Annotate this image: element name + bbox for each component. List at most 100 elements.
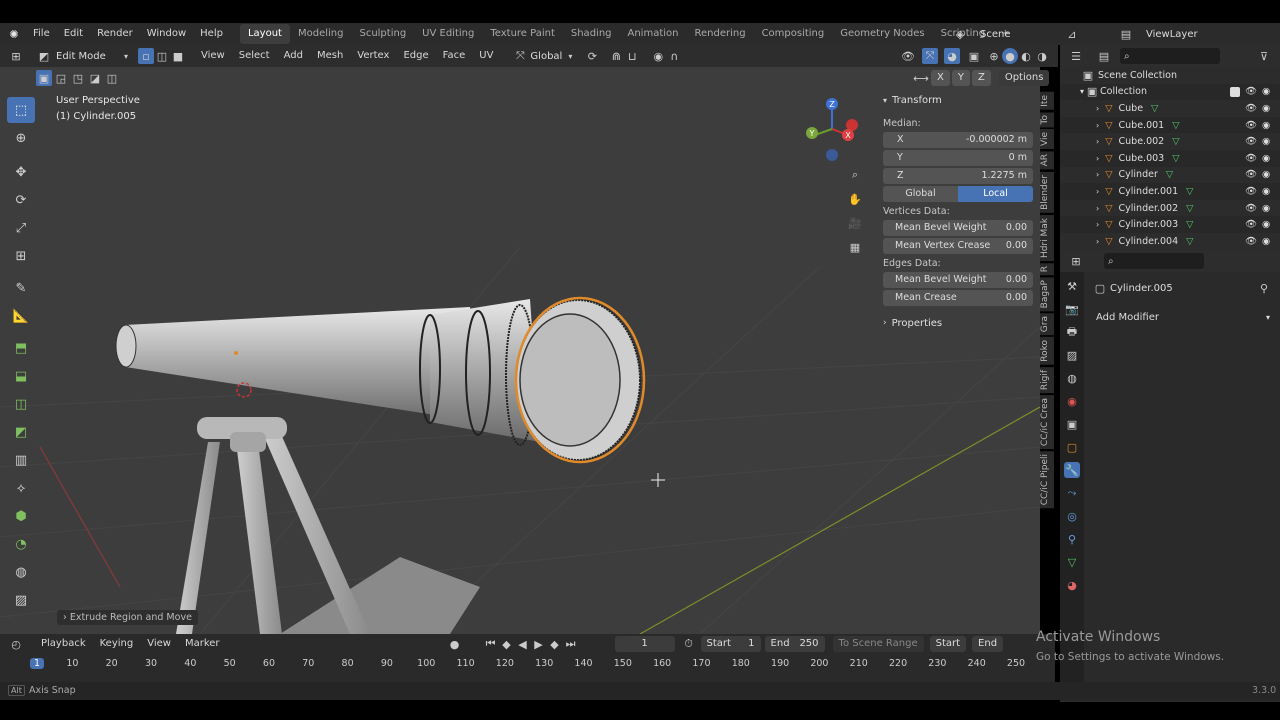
tab-rigify[interactable]: Rigif (1040, 367, 1054, 394)
eye-icon[interactable]: 👁 (1245, 103, 1257, 114)
scene-selector[interactable]: ◈ Scene ⊿ (952, 26, 1080, 42)
tab-gra[interactable]: Gra (1040, 313, 1054, 336)
camera-icon[interactable]: ◉ (1262, 103, 1270, 114)
camera-icon[interactable]: ◉ (1262, 169, 1270, 180)
inset-tool-icon[interactable]: ◫ (7, 391, 35, 417)
tab-layout[interactable]: Layout (239, 24, 290, 44)
bevel-tool-icon[interactable]: ◩ (7, 419, 35, 445)
outliner-editor-icon[interactable]: ☰ (1068, 48, 1084, 64)
tab-bagapie[interactable]: BagaP (1040, 276, 1054, 312)
outliner-item[interactable]: › ▽ Cylinder.003 ▽ 👁 ◉ (1060, 216, 1280, 233)
global-space-button[interactable]: Global (883, 186, 958, 202)
camera-icon[interactable]: ◉ (1262, 219, 1270, 230)
add-modifier-dropdown[interactable]: Add Modifier ▾ (1090, 308, 1276, 326)
frame-ruler[interactable]: 1 10 20 30 40 50 60 70 80 90 100 110 120 130 140 150 160… (0, 654, 1055, 676)
play-icon[interactable]: ▶ (531, 636, 547, 652)
scale-tool-icon[interactable]: ⤢ (7, 215, 35, 241)
menu-playback[interactable]: Playback (34, 633, 93, 655)
pivot-icon[interactable]: ⟳ (584, 48, 600, 64)
edge-select-icon[interactable]: ◫ (154, 48, 170, 64)
outliner-item[interactable]: › ▽ Cube.001 ▽ 👁 ◉ (1060, 117, 1280, 134)
stopwatch-icon[interactable]: ⏱ (681, 636, 697, 652)
tab-tool[interactable]: To (1040, 111, 1054, 128)
record-icon[interactable]: ● (447, 636, 463, 652)
tab-modeling[interactable]: Modeling (290, 24, 352, 44)
menu-view[interactable]: View (140, 633, 178, 655)
properties-editor-icon[interactable]: ⊞ (1068, 253, 1084, 269)
axis-x-toggle[interactable]: X (931, 70, 950, 86)
menu-render[interactable]: Render (90, 23, 140, 45)
axis-z-toggle[interactable]: Z (971, 70, 991, 86)
menu-window[interactable]: Window (140, 23, 193, 45)
data-props-icon[interactable]: ▽ (1064, 554, 1080, 570)
visibility-icon[interactable]: 👁 (900, 48, 916, 64)
outliner-item[interactable]: › ▽ Cube ▽ 👁 ◉ (1060, 100, 1280, 117)
tab-view[interactable]: Vie (1040, 129, 1054, 150)
camera-icon[interactable]: ◉ (1262, 186, 1270, 197)
next-keyframe-icon[interactable]: ◆ (547, 636, 563, 652)
annotate-tool-icon[interactable]: ✎ (7, 275, 35, 301)
to-scene-range-button[interactable]: To Scene Range (832, 636, 924, 652)
xray-icon[interactable]: ▣ (966, 48, 982, 64)
outliner-item[interactable]: › ▽ Cylinder.004 ▽ 👁 ◉ (1060, 232, 1280, 250)
extrude-tool-icon[interactable]: ⬓ (7, 363, 35, 389)
tab-geometry-nodes[interactable]: Geometry Nodes (832, 24, 932, 44)
gizmo-icon[interactable]: ⤧ (922, 48, 938, 64)
menu-help[interactable]: Help (193, 23, 230, 45)
collection-props-icon[interactable]: ▣ (1064, 416, 1080, 432)
edge-crease-field[interactable]: Mean Crease 0.00 (883, 290, 1033, 306)
eye-icon[interactable]: 👁 (1245, 136, 1257, 147)
wireframe-shading-icon[interactable]: ⊕ (986, 48, 1002, 64)
blender-logo-icon[interactable]: ✺ (6, 26, 22, 42)
snap-target-icon[interactable]: ⊔ (624, 48, 640, 64)
eye-icon[interactable]: 👁 (1245, 203, 1257, 214)
eye-icon[interactable]: 👁 (1245, 219, 1257, 230)
menu-add[interactable]: Add (277, 45, 310, 67)
modifier-props-icon[interactable]: 🔧 (1064, 462, 1080, 478)
tab-compositing[interactable]: Compositing (754, 24, 833, 44)
move-tool-icon[interactable]: ✥ (7, 159, 35, 185)
eye-icon[interactable]: 👁 (1245, 186, 1257, 197)
render-props-icon[interactable]: 📷 (1064, 301, 1080, 317)
constraints-props-icon[interactable]: ⚲ (1064, 531, 1080, 547)
tab-roko[interactable]: Roko (1040, 337, 1054, 366)
material-props-icon[interactable]: ◕ (1064, 577, 1080, 593)
camera-icon[interactable]: ◉ (1262, 236, 1270, 247)
rendered-shading-icon[interactable]: ◑ (1034, 48, 1050, 64)
loop-cut-tool-icon[interactable]: ▥ (7, 447, 35, 473)
object-props-icon[interactable]: ▢ (1064, 439, 1080, 455)
select-invert-icon[interactable]: ◪ (87, 70, 103, 86)
tab-rendering[interactable]: Rendering (686, 24, 753, 44)
view-layer-selector[interactable]: ▤ ViewLayer (1118, 26, 1276, 42)
hand-pan-icon[interactable]: ✋ (847, 191, 863, 207)
world-props-icon[interactable]: ◉ (1064, 393, 1080, 409)
jump-end-icon[interactable]: ⏭ (563, 636, 579, 652)
start-button[interactable]: Start (929, 636, 967, 652)
display-mode-icon[interactable]: ▤ (1096, 48, 1112, 64)
select-box-tool-icon[interactable]: ⬚ (7, 97, 35, 123)
median-z-field[interactable]: Z 1.2275 m (883, 168, 1033, 184)
grid-ortho-icon[interactable]: ▦ (847, 239, 863, 255)
camera-icon[interactable]: ◉ (1262, 153, 1270, 164)
outliner-item[interactable]: › ▽ Cylinder.001 ▽ 👁 ◉ (1060, 183, 1280, 200)
menu-mesh[interactable]: Mesh (310, 45, 350, 67)
camera-icon[interactable]: ◉ (1262, 203, 1270, 214)
median-x-field[interactable]: X -0.000002 m (883, 132, 1033, 148)
properties-search-input[interactable]: ⌕ (1104, 253, 1204, 269)
outliner-search-input[interactable]: ⌕ (1120, 48, 1220, 64)
eye-icon[interactable]: 👁 (1245, 86, 1257, 97)
menu-edge[interactable]: Edge (396, 45, 435, 67)
edge-slide-tool-icon[interactable]: ▨ (7, 587, 35, 613)
scene-collection-row[interactable]: ▣ Scene Collection (1060, 67, 1280, 84)
end-button[interactable]: End (972, 636, 1004, 652)
start-frame-field[interactable]: Start 1 (700, 636, 761, 652)
select-extend-icon[interactable]: ◲ (53, 70, 69, 86)
measure-tool-icon[interactable]: 📐 (7, 303, 35, 329)
menu-file[interactable]: File (26, 23, 57, 45)
menu-vertex[interactable]: Vertex (350, 45, 396, 67)
axis-y-toggle[interactable]: Y (951, 70, 970, 86)
tab-r[interactable]: R (1040, 262, 1054, 275)
tab-item[interactable]: Ite (1040, 92, 1054, 110)
local-space-button[interactable]: Local (958, 186, 1033, 202)
tab-shading[interactable]: Shading (563, 24, 620, 44)
